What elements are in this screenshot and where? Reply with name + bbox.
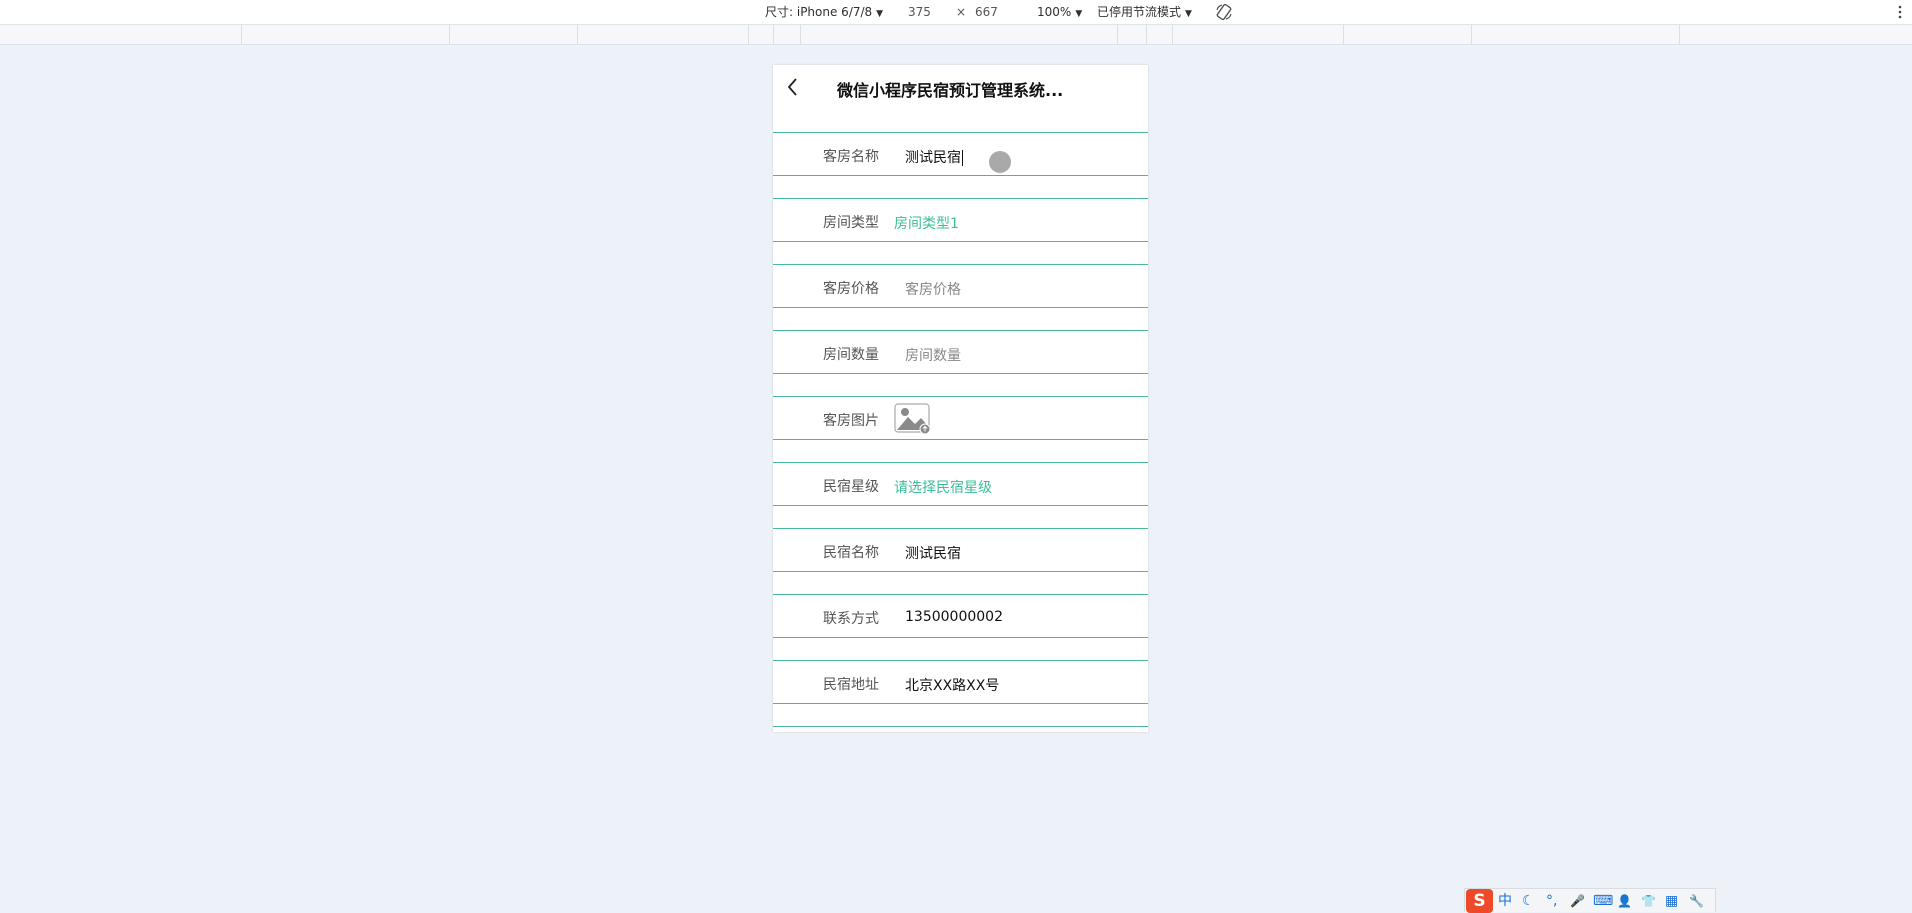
ruler-tick	[1172, 25, 1173, 44]
room-price-input[interactable]: 客房价格	[905, 279, 961, 299]
ruler-tick	[1679, 25, 1680, 44]
rotate-icon[interactable]	[1214, 2, 1234, 22]
room-name-input[interactable]: 测试民宿	[905, 147, 963, 167]
form-row-contact: 联系方式 13500000002	[773, 594, 1148, 638]
phone-viewport: 微信小程序民宿预订管理系统... 客房名称 测试民宿 房间类型 房间类型1 客房…	[773, 65, 1148, 732]
room-type-label: 房间类型	[823, 215, 879, 231]
chevron-down-icon: ▼	[1075, 9, 1083, 19]
back-arrow-icon[interactable]	[783, 75, 803, 99]
image-upload-icon[interactable]	[894, 402, 932, 436]
devtools-toolbar: 尺寸: iPhone 6/7/8 ▼ 375 × 667 100% ▼ 已停用节流模…	[0, 0, 1912, 25]
ruler-tick	[1343, 25, 1344, 44]
ruler-tick	[241, 25, 242, 44]
page-title: 微信小程序民宿预订管理系统...	[837, 81, 1064, 100]
chevron-down-icon: ▼	[876, 9, 884, 19]
address-label: 民宿地址	[823, 677, 879, 693]
room-picture-label: 客房图片	[823, 413, 879, 429]
form-row-room-price: 客房价格 客房价格	[773, 264, 1148, 308]
contact-label: 联系方式	[823, 611, 879, 627]
room-quantity-label: 房间数量	[823, 347, 879, 363]
ime-mode-toggle[interactable]: 中	[1498, 892, 1512, 910]
room-quantity-input[interactable]: 房间数量	[905, 345, 961, 365]
address-input[interactable]: 北京XX路XX号	[905, 675, 999, 695]
punctuation-icon[interactable]: °,	[1546, 892, 1557, 910]
form-row-room-type: 房间类型 房间类型1	[773, 198, 1148, 242]
ruler-tick	[1471, 25, 1472, 44]
form-row-room-picture: 客房图片	[773, 396, 1148, 440]
form-row-address: 民宿地址 北京XX路XX号	[773, 660, 1148, 704]
ruler-tick	[800, 25, 801, 44]
homestay-name-label: 民宿名称	[823, 545, 879, 561]
room-name-label: 客房名称	[823, 149, 879, 165]
ruler-tick	[449, 25, 450, 44]
star-level-label: 民宿星级	[823, 479, 879, 495]
tools-icon[interactable]: 🔧	[1689, 892, 1704, 910]
throttle-label: 已停用节流模式	[1097, 5, 1182, 19]
form-row-star-level: 民宿星级 请选择民宿星级	[773, 462, 1148, 506]
ime-toolbar: S 中 ☾ °, 🎤 ⌨ 👤 👕 ▦ 🔧	[1464, 888, 1716, 913]
width-input[interactable]: 375	[908, 4, 931, 20]
homestay-name-input[interactable]: 测试民宿	[905, 543, 961, 563]
ruler-tick	[1146, 25, 1147, 44]
zoom-select[interactable]: 100% ▼	[1037, 4, 1082, 22]
moon-icon[interactable]: ☾	[1522, 892, 1535, 910]
text-cursor	[962, 150, 963, 166]
chevron-down-icon: ▼	[1185, 9, 1192, 19]
ruler-tick	[577, 25, 578, 44]
navigation-bar: 微信小程序民宿预订管理系统...	[773, 65, 1148, 109]
form-divider	[773, 726, 1148, 727]
microphone-icon[interactable]: 🎤	[1570, 892, 1585, 910]
ruler-tick	[748, 25, 749, 44]
device-label: 尺寸: iPhone 6/7/8	[765, 5, 873, 19]
form-row-room-quantity: 房间数量 房间数量	[773, 330, 1148, 374]
form-row-room-name: 客房名称 测试民宿	[773, 132, 1148, 176]
toolbox-icon[interactable]: ▦	[1665, 892, 1678, 910]
form-row-homestay-name: 民宿名称 测试民宿	[773, 528, 1148, 572]
throttle-select[interactable]: 已停用节流模式 ▼	[1097, 4, 1192, 22]
device-select[interactable]: 尺寸: iPhone 6/7/8 ▼	[765, 4, 883, 22]
height-input[interactable]: 667	[975, 4, 998, 20]
room-name-value: 测试民宿	[905, 150, 961, 166]
skin-icon[interactable]: 👕	[1641, 892, 1656, 910]
keyboard-icon[interactable]: ⌨	[1593, 892, 1613, 910]
star-level-picker[interactable]: 请选择民宿星级	[894, 477, 992, 497]
user-icon[interactable]: 👤	[1617, 892, 1632, 910]
zoom-label: 100%	[1037, 5, 1072, 19]
media-query-ruler[interactable]	[0, 25, 1912, 45]
room-price-label: 客房价格	[823, 281, 879, 297]
sogou-logo-icon[interactable]: S	[1466, 889, 1493, 913]
contact-input[interactable]: 13500000002	[905, 609, 1003, 625]
ruler-tick	[773, 25, 774, 44]
pointer-cursor	[989, 151, 1011, 173]
room-type-picker[interactable]: 房间类型1	[894, 213, 959, 233]
more-options-icon[interactable]	[1896, 2, 1904, 22]
ruler-tick	[1117, 25, 1118, 44]
dimension-separator: ×	[956, 5, 967, 19]
